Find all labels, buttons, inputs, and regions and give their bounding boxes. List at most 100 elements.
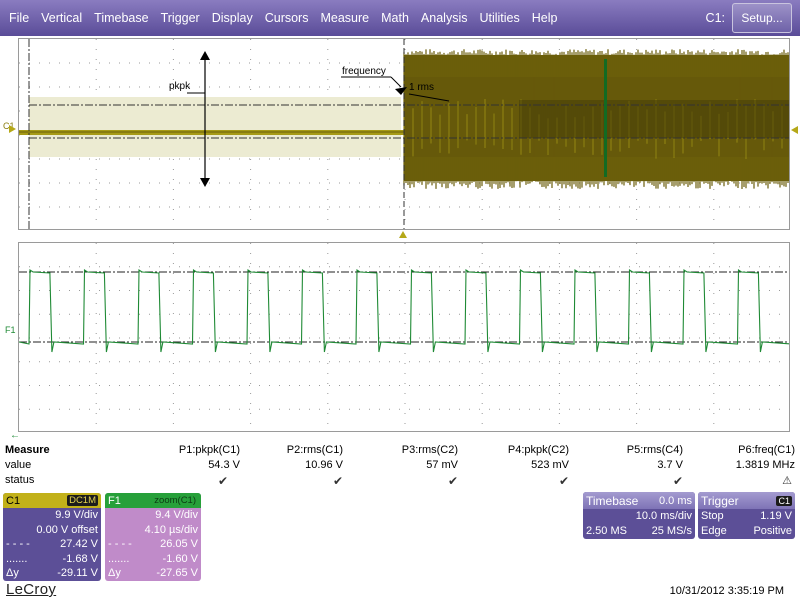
status-check-icon: ✔ xyxy=(558,474,569,488)
menu-analysis[interactable]: Analysis xyxy=(415,0,474,36)
timebase-rate: 25 MS/s xyxy=(651,524,692,537)
menu-file[interactable]: File xyxy=(0,0,35,36)
trigger-mode: Stop xyxy=(701,510,724,523)
c1-noise-burst xyxy=(403,49,789,189)
menu-math[interactable]: Math xyxy=(375,0,415,36)
measure-status-row: status ✔ ✔ ✔ ✔ ✔ ⚠ xyxy=(0,474,800,489)
f1-function-badge: zoom(C1) xyxy=(154,495,196,506)
param-name-p5[interactable]: P5:rms(C4) xyxy=(627,444,683,456)
f1-dy-label: Δy xyxy=(108,567,121,580)
timebase-tdiv: 10.0 ms/div xyxy=(635,510,692,523)
f1-trace-label[interactable]: F1 xyxy=(5,325,16,335)
status-check-icon: ✔ xyxy=(332,474,343,488)
menu-trigger[interactable]: Trigger xyxy=(155,0,206,36)
menu-measure[interactable]: Measure xyxy=(314,0,375,36)
menu-display[interactable]: Display xyxy=(206,0,259,36)
c1-offset: 0.00 V offset xyxy=(36,523,98,536)
status-warning-icon: ⚠ xyxy=(782,475,792,487)
timebase-delay: 0.0 ms xyxy=(658,494,692,507)
menu-timebase[interactable]: Timebase xyxy=(88,0,154,36)
timebase-sample-row: 2.50 MS 25 MS/s xyxy=(583,524,695,539)
measure-title: Measure xyxy=(5,444,50,456)
menu-vertical[interactable]: Vertical xyxy=(35,0,88,36)
c1-waveform-display: pkpk frequency 1 rms xyxy=(19,39,789,229)
param-value-p4: 523 mV xyxy=(531,459,569,471)
cursor1-icon: - - - - xyxy=(108,538,132,551)
c1-dy: -29.11 V xyxy=(57,567,98,580)
trigger-source-badge: C1 xyxy=(776,495,792,506)
f1-cursor1: 26.05 V xyxy=(160,538,198,551)
c1-cursor2: -1.68 V xyxy=(62,552,98,565)
timebase-title: Timebase xyxy=(586,493,639,508)
f1-trace-grid[interactable] xyxy=(18,242,790,432)
trigger-descriptor[interactable]: Trigger C1 Stop 1.19 V Edge Positive xyxy=(698,492,795,539)
param-value-p3: 57 mV xyxy=(426,459,458,471)
f1-tdiv-row: 4.10 µs/div xyxy=(105,523,201,538)
c1-panel-header: C1 DC1M xyxy=(3,493,101,508)
c1-channel-descriptor[interactable]: C1 DC1M 9.9 V/div 0.00 V offset - - - - 2… xyxy=(3,493,101,581)
timestamp: 10/31/2012 3:35:19 PM xyxy=(669,585,784,597)
active-channel-label: C1: xyxy=(705,11,725,25)
trigger-type: Edge xyxy=(701,524,727,537)
timebase-header: Timebase 0.0 ms xyxy=(583,492,695,509)
timebase-samples: 2.50 MS xyxy=(586,524,627,537)
c1-trigger-level-marker[interactable] xyxy=(791,126,798,134)
status-row-label: status xyxy=(5,474,35,486)
timebase-tdiv-row: 10.0 ms/div xyxy=(583,509,695,524)
measure-table: Measure P1:pkpk(C1) P2:rms(C1) P3:rms(C2… xyxy=(0,444,800,490)
c1-dy-row: Δy -29.11 V xyxy=(3,566,101,581)
rms-annotation: 1 rms xyxy=(409,82,434,93)
c1-trace-grid[interactable]: pkpk frequency 1 rms xyxy=(18,38,790,230)
trigger-title: Trigger xyxy=(701,493,739,508)
c1-cursor2-row: ....... -1.68 V xyxy=(3,552,101,567)
status-check-icon: ✔ xyxy=(672,474,683,488)
menu-bar: File Vertical Timebase Trigger Display C… xyxy=(0,0,800,36)
menu-utilities[interactable]: Utilities xyxy=(473,0,525,36)
c1-vdiv-row: 9.9 V/div xyxy=(3,508,101,523)
f1-cursor2: -1.60 V xyxy=(162,552,198,565)
frequency-leader-arm xyxy=(390,76,402,88)
c1-coupling-badge: DC1M xyxy=(67,495,98,506)
c1-cursor1: 27.42 V xyxy=(60,538,98,551)
param-value-p6: 1.3819 MHz xyxy=(735,459,795,471)
setup-button[interactable]: Setup... xyxy=(732,3,792,33)
f1-dy: -27.65 V xyxy=(156,567,198,580)
param-name-p3[interactable]: P3:rms(C2) xyxy=(402,444,458,456)
cursor2-icon: ....... xyxy=(6,552,28,565)
param-value-p1: 54.3 V xyxy=(208,459,240,471)
frequency-annotation: frequency xyxy=(342,66,386,77)
param-name-p6[interactable]: P6:freq(C1) xyxy=(738,444,795,456)
f1-panel-header: F1 zoom(C1) xyxy=(105,493,201,508)
pkpk-annotation: pkpk xyxy=(169,81,191,92)
trigger-header: Trigger C1 xyxy=(698,492,795,509)
menu-help[interactable]: Help xyxy=(526,0,564,36)
c1-cursor1-row: - - - - 27.42 V xyxy=(3,537,101,552)
trigger-type-row: Edge Positive xyxy=(698,524,795,539)
menu-cursors[interactable]: Cursors xyxy=(259,0,315,36)
pkpk-arrow-bottom xyxy=(200,178,210,187)
brand-logo: LeCroy xyxy=(6,581,57,598)
f1-dy-row: Δy -27.65 V xyxy=(105,566,201,581)
param-name-p1[interactable]: P1:pkpk(C1) xyxy=(179,444,240,456)
trigger-level: 1.19 V xyxy=(760,510,792,523)
c1-offset-row: 0.00 V offset xyxy=(3,523,101,538)
f1-tdiv: 4.10 µs/div xyxy=(144,523,198,536)
cursor2-icon: ....... xyxy=(108,552,130,565)
f1-square-waveform xyxy=(19,268,789,353)
zoom-position-marker xyxy=(604,59,607,177)
param-name-p4[interactable]: P4:pkpk(C2) xyxy=(508,444,569,456)
f1-panel-name: F1 xyxy=(108,494,121,507)
param-value-p2: 10.96 V xyxy=(305,459,343,471)
param-name-p2[interactable]: P2:rms(C1) xyxy=(287,444,343,456)
param-value-p5: 3.7 V xyxy=(657,459,683,471)
c1-vdiv: 9.9 V/div xyxy=(55,509,98,522)
f1-math-descriptor[interactable]: F1 zoom(C1) 9.4 V/div 4.10 µs/div - - - … xyxy=(105,493,201,581)
c1-offset-marker-left[interactable] xyxy=(9,125,16,133)
scroll-left-icon[interactable]: ← xyxy=(10,430,20,441)
trigger-slope: Positive xyxy=(753,524,792,537)
trigger-mode-row: Stop 1.19 V xyxy=(698,509,795,524)
c1-dy-label: Δy xyxy=(6,567,19,580)
timebase-descriptor[interactable]: Timebase 0.0 ms 10.0 ms/div 2.50 MS 25 M… xyxy=(583,492,695,539)
trigger-time-marker[interactable] xyxy=(399,231,407,238)
status-check-icon: ✔ xyxy=(217,474,228,488)
